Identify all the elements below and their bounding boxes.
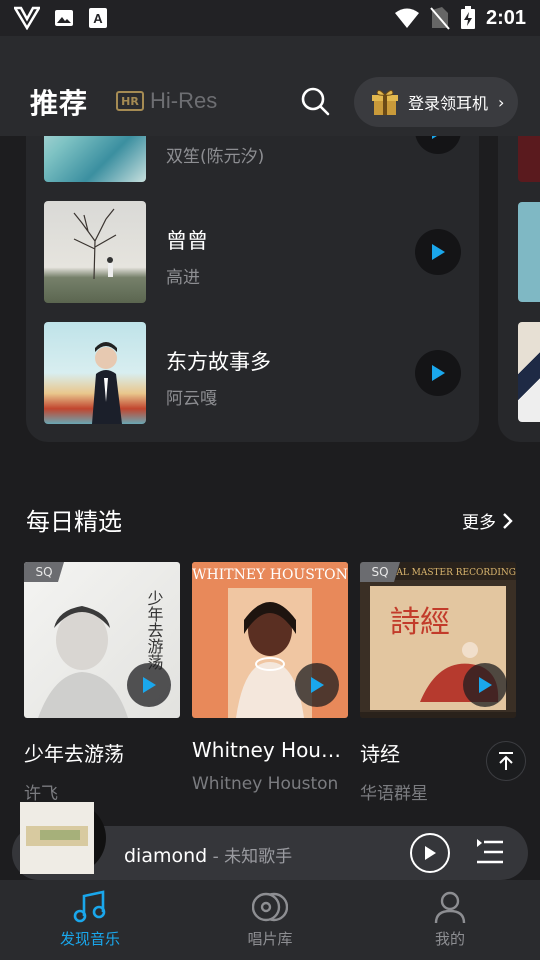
- playlist-icon[interactable]: [476, 838, 504, 866]
- nav-library-label: 唱片库: [247, 930, 293, 948]
- search-icon[interactable]: [298, 84, 332, 118]
- bottom-nav: 发现音乐 唱片库 我的: [0, 880, 540, 960]
- hires-badge-icon: HR: [116, 91, 144, 111]
- svg-text:少年去游荡: 少年去游荡: [145, 590, 164, 671]
- music-note-icon: [73, 890, 106, 923]
- album-title: 少年去游荡: [24, 742, 124, 766]
- album-cover: [44, 201, 146, 303]
- now-playing-cover[interactable]: [20, 800, 106, 876]
- nav-library[interactable]: 唱片库: [210, 890, 330, 949]
- album-card[interactable]: 少年去游荡 SQ 少年去游荡 许飞: [24, 562, 180, 804]
- sq-badge: SQ: [360, 562, 400, 582]
- vinyl-records-icon: [252, 892, 288, 922]
- mini-play-button[interactable]: [410, 833, 450, 873]
- no-sim-icon: [430, 7, 450, 30]
- chevron-right-icon: [503, 512, 513, 529]
- play-icon: [432, 365, 445, 381]
- album-cover: [44, 322, 146, 424]
- sq-badge: SQ: [24, 562, 64, 582]
- header-mask: 推荐 HR Hi-Res 登录领耳机 ›: [0, 36, 540, 136]
- login-earphone-button[interactable]: 登录领耳机 ›: [354, 77, 518, 127]
- now-playing-artist: 未知歌手: [224, 847, 293, 867]
- battery-charging-icon: [460, 6, 475, 29]
- nav-discover[interactable]: 发现音乐: [30, 890, 150, 949]
- play-icon: [143, 677, 156, 693]
- album-cover: WHITNEY HOUSTON: [192, 562, 348, 718]
- song-artist: 高进: [166, 268, 200, 288]
- arrow-up-to-top-icon: [499, 752, 513, 770]
- album-cover: 少年去游荡 SQ: [24, 562, 180, 718]
- play-button[interactable]: [415, 350, 461, 396]
- svg-text:詩經: 詩經: [390, 605, 450, 640]
- image-icon: [55, 10, 73, 26]
- status-bar: A 2:01: [0, 0, 540, 36]
- song-artist: 阿云嘎: [166, 389, 217, 409]
- play-button[interactable]: [415, 229, 461, 275]
- play-icon: [311, 677, 324, 693]
- tab-hires-label: Hi-Res: [150, 88, 218, 113]
- now-playing-title: diamond: [124, 845, 208, 867]
- nav-mine-label: 我的: [434, 930, 465, 948]
- album-play-button[interactable]: [295, 663, 339, 707]
- song-title: 曾曾: [166, 229, 208, 253]
- play-icon: [432, 244, 445, 260]
- now-playing-info[interactable]: diamond - 未知歌手: [124, 842, 292, 867]
- tab-hires[interactable]: HR Hi-Res: [116, 88, 217, 114]
- chevron-right-icon: ›: [498, 92, 505, 112]
- song-title: 东方故事多: [166, 350, 271, 374]
- album-artist: 华语群星: [360, 784, 428, 804]
- album-cover: ORIGINAL MASTER RECORDING 詩經 SQ: [360, 562, 516, 718]
- svg-text:A: A: [93, 11, 103, 26]
- play-icon: [479, 677, 492, 693]
- album-play-button[interactable]: [127, 663, 171, 707]
- app-store-icon: A: [89, 8, 107, 28]
- album-card[interactable]: WHITNEY HOUSTON Whitney Hous... Whitney …: [192, 562, 348, 794]
- song-artist: 双笙(陈元汐): [166, 147, 265, 167]
- list-item[interactable]: 东方故事多 阿云嘎: [44, 322, 464, 424]
- vpn-v-icon: [14, 6, 40, 30]
- nav-mine[interactable]: 我的: [390, 890, 510, 949]
- next-card-peek[interactable]: [498, 136, 540, 442]
- user-icon: [434, 891, 466, 924]
- svg-text:WHITNEY HOUSTON: WHITNEY HOUSTON: [192, 567, 348, 583]
- scroll-to-top-button[interactable]: [486, 741, 526, 781]
- album-artist: Whitney Houston: [192, 774, 339, 794]
- section-title-daily: 每日精选: [26, 508, 122, 536]
- wifi-icon: [394, 8, 419, 28]
- list-item[interactable]: 曾曾 高进: [44, 201, 464, 303]
- clock: 2:01: [485, 6, 526, 29]
- more-link[interactable]: 更多: [462, 508, 514, 533]
- nav-discover-label: 发现音乐: [59, 930, 120, 948]
- tab-recommend[interactable]: 推荐: [30, 82, 88, 122]
- album-title: Whitney Hous...: [192, 738, 348, 762]
- more-label: 更多: [462, 513, 496, 533]
- play-icon: [425, 846, 436, 860]
- album-play-button[interactable]: [463, 663, 507, 707]
- gift-icon: [372, 89, 398, 115]
- login-button-label: 登录领耳机: [408, 94, 489, 113]
- now-playing-separator: -: [207, 847, 225, 867]
